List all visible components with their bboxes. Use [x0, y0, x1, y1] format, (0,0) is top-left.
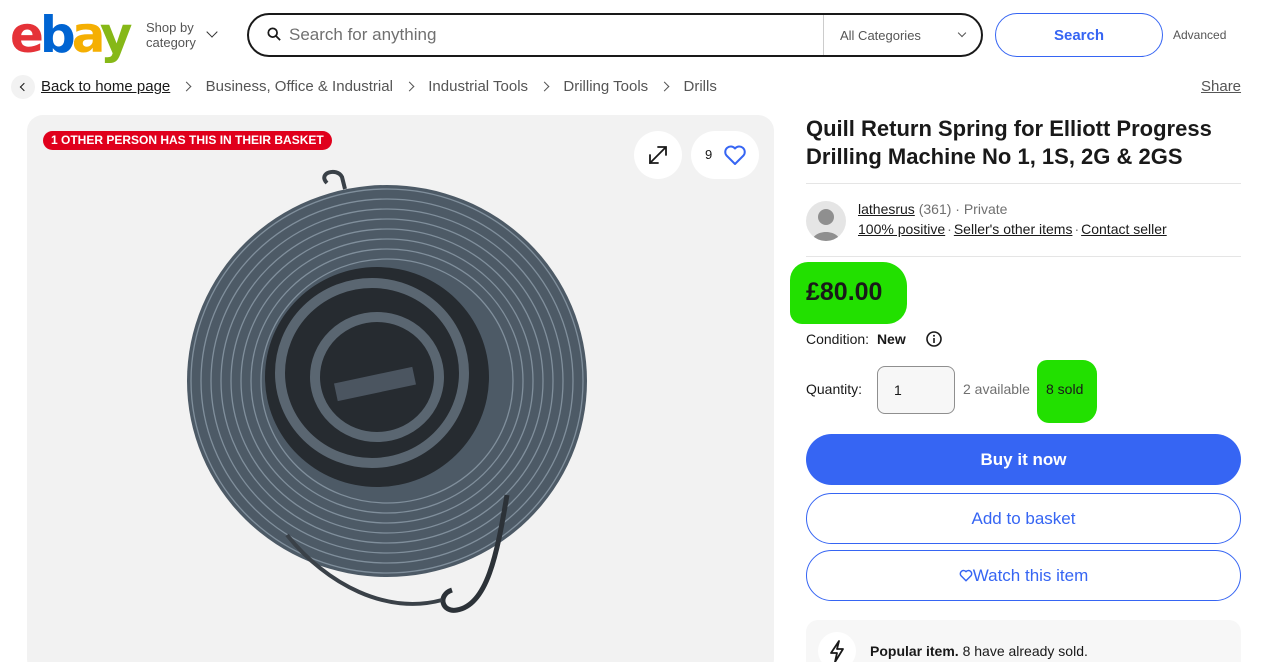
- breadcrumb-item[interactable]: Industrial Tools: [428, 78, 528, 95]
- back-button[interactable]: [11, 75, 35, 99]
- available-count: 2 available: [963, 381, 1030, 397]
- watch-this-item-label: Watch this item: [972, 565, 1089, 585]
- search-input[interactable]: [289, 15, 819, 55]
- chevron-right-icon: [539, 81, 550, 92]
- category-select[interactable]: All Categories: [823, 15, 983, 55]
- category-label: category: [146, 35, 196, 50]
- heart-icon: [724, 145, 746, 165]
- divider: [806, 183, 1241, 184]
- heart-icon: [959, 569, 973, 581]
- breadcrumb: Back to home page Business, Office & Ind…: [41, 78, 717, 95]
- shop-by-category-button[interactable]: Shop by category: [146, 20, 218, 50]
- watch-count-button[interactable]: 9: [691, 131, 759, 179]
- product-image-spring: [187, 169, 587, 613]
- expand-image-button[interactable]: [634, 131, 682, 179]
- seller-type: Private: [963, 201, 1008, 217]
- sold-count: 8 sold: [1046, 381, 1084, 397]
- divider: [806, 256, 1241, 257]
- seller-links: 100% positive · Seller's other items · Conta…: [858, 221, 1167, 237]
- quantity-label: Quantity:: [806, 381, 863, 397]
- advanced-search-link[interactable]: Advanced: [1173, 28, 1226, 42]
- logo-letter-y: y: [99, 6, 133, 64]
- chevron-right-icon: [404, 81, 415, 92]
- condition-row: Condition: New: [806, 331, 906, 347]
- logo-letter-b: b: [39, 6, 76, 64]
- chevron-right-icon: [181, 81, 192, 92]
- sellers-other-items-link[interactable]: Seller's other items: [954, 221, 1073, 237]
- separator-dot: ·: [1074, 221, 1080, 237]
- chevron-right-icon: [659, 81, 670, 92]
- seller-name-link[interactable]: lathesrus: [858, 201, 915, 217]
- back-to-home-link[interactable]: Back to home page: [41, 78, 170, 95]
- condition-value: New: [876, 331, 906, 347]
- chevron-down-icon: [957, 28, 967, 38]
- search-bar: All Categories: [247, 13, 983, 57]
- lightning-icon: [830, 640, 844, 662]
- breadcrumb-item[interactable]: Drills: [684, 78, 717, 95]
- positive-feedback-link[interactable]: 100% positive: [858, 221, 945, 237]
- separator-dot: ·: [947, 221, 952, 237]
- chevron-down-icon: [206, 26, 218, 38]
- condition-label: Condition:: [806, 331, 870, 347]
- price: £80.00: [806, 278, 883, 306]
- quantity-input[interactable]: [877, 366, 955, 414]
- popular-item-notice: Popular item. 8 have already sold.: [806, 620, 1241, 662]
- logo-letter-e: e: [10, 6, 44, 64]
- contact-seller-link[interactable]: Contact seller: [1081, 221, 1167, 237]
- logo-letter-a: a: [71, 6, 104, 64]
- popular-item-detail: 8 have already sold.: [962, 643, 1088, 659]
- seller-feedback-count: (361): [918, 201, 952, 217]
- product-image-gallery[interactable]: 1 OTHER PERSON HAS THIS IN THEIR BASKET …: [27, 115, 774, 662]
- listing-title: Quill Return Spring for Elliott Progress…: [806, 116, 1212, 169]
- separator-dot: ·: [955, 201, 960, 217]
- share-link[interactable]: Share: [1201, 78, 1241, 95]
- buy-it-now-button[interactable]: Buy it now: [806, 434, 1241, 485]
- search-icon: [267, 27, 281, 41]
- lightning-icon-container: [818, 632, 856, 662]
- seller-info: lathesrus (361) · Private: [858, 201, 1007, 217]
- category-select-value: All Categories: [840, 28, 921, 43]
- info-icon[interactable]: [926, 331, 942, 347]
- popular-item-text: Popular item. 8 have already sold.: [870, 643, 1088, 659]
- chevron-left-icon: [19, 82, 29, 92]
- shop-by-label: Shop by: [146, 20, 194, 35]
- search-button[interactable]: Search: [995, 13, 1163, 57]
- ebay-logo[interactable]: ebay: [10, 10, 132, 60]
- popular-item-title: Popular item.: [870, 643, 959, 659]
- add-to-basket-button[interactable]: Add to basket: [806, 493, 1241, 544]
- watch-count: 9: [705, 147, 713, 162]
- seller-avatar[interactable]: [806, 201, 846, 241]
- breadcrumb-item[interactable]: Business, Office & Industrial: [206, 78, 393, 95]
- basket-urgency-badge: 1 OTHER PERSON HAS THIS IN THEIR BASKET: [43, 131, 332, 150]
- expand-icon: [649, 146, 667, 164]
- breadcrumb-item[interactable]: Drilling Tools: [563, 78, 648, 95]
- watch-this-item-button[interactable]: Watch this item: [806, 550, 1241, 601]
- avatar-icon: [812, 209, 840, 241]
